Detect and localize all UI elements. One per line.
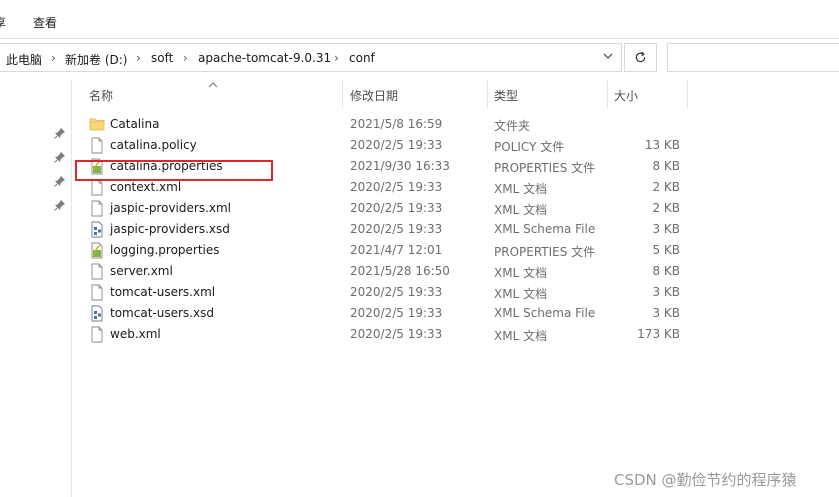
file-name[interactable]: Catalina	[110, 117, 159, 131]
file-modified: 2020/2/5 19:33	[350, 222, 443, 236]
file-type: PROPERTIES 文件	[494, 161, 596, 175]
file-size: 5 KB	[652, 243, 680, 257]
breadcrumb-separator[interactable]: ›	[51, 51, 56, 65]
list-item[interactable]: tomcat-users.xsd 2020/2/5 19:33 XML Sche…	[82, 303, 688, 324]
file-type: XML 文档	[494, 287, 548, 301]
file-size: 2 KB	[652, 201, 680, 215]
column-header-type[interactable]: 类型	[494, 87, 518, 107]
file-icon	[89, 263, 105, 280]
file-name[interactable]: tomcat-users.xml	[110, 285, 215, 299]
file-type: XML 文档	[494, 203, 548, 217]
file-modified: 2021/5/28 16:50	[350, 264, 450, 278]
file-modified: 2021/4/7 12:01	[350, 243, 443, 257]
breadcrumb-tomcat[interactable]: apache-tomcat-9.0.31	[198, 51, 331, 65]
column-header-name[interactable]: 名称	[89, 87, 113, 107]
list-item[interactable]: jaspic-providers.xml 2020/2/5 19:33 XML …	[82, 198, 688, 219]
pin-icon[interactable]	[54, 175, 66, 187]
breadcrumb-separator[interactable]: ›	[334, 51, 339, 65]
file-name[interactable]: jaspic-providers.xml	[110, 201, 231, 215]
refresh-icon	[635, 51, 646, 63]
file-type: XML 文档	[494, 182, 548, 196]
navigation-pane[interactable]	[0, 80, 72, 497]
tab-view[interactable]: 查看	[33, 14, 57, 31]
search-input[interactable]	[667, 43, 839, 72]
file-type: XML Schema File	[494, 306, 596, 320]
column-divider[interactable]	[607, 80, 608, 108]
refresh-button[interactable]	[624, 43, 657, 72]
ribbon: 享 查看	[0, 0, 839, 38]
file-type: PROPERTIES 文件	[494, 245, 596, 259]
file-modified: 2020/2/5 19:33	[350, 327, 443, 341]
list-item[interactable]: jaspic-providers.xsd 2020/2/5 19:33 XML …	[82, 219, 688, 240]
file-name[interactable]: logging.properties	[110, 243, 220, 257]
breadcrumb-soft[interactable]: soft	[151, 51, 173, 65]
properties-file-icon	[89, 242, 105, 259]
file-icon	[89, 179, 105, 196]
file-name[interactable]: server.xml	[110, 264, 173, 278]
column-header-size[interactable]: 大小	[614, 87, 638, 107]
file-modified: 2020/2/5 19:33	[350, 138, 443, 152]
file-modified: 2020/2/5 19:33	[350, 306, 443, 320]
column-divider[interactable]	[487, 80, 488, 108]
list-item[interactable]: catalina.policy 2020/2/5 19:33 POLICY 文件…	[82, 135, 688, 156]
file-type: XML Schema File	[494, 222, 596, 236]
tab-share[interactable]: 享	[0, 14, 6, 31]
file-size: 8 KB	[652, 264, 680, 278]
file-modified: 2020/2/5 19:33	[350, 201, 443, 215]
file-size: 3 KB	[652, 285, 680, 299]
file-size: 3 KB	[652, 306, 680, 320]
address-bar[interactable]: 此电脑 › 新加卷 (D:) › soft › apache-tomcat-9.…	[0, 43, 622, 72]
pin-icon[interactable]	[54, 151, 66, 163]
file-modified: 2021/5/8 16:59	[350, 117, 443, 131]
file-name[interactable]: tomcat-users.xsd	[110, 306, 214, 320]
file-name[interactable]: context.xml	[110, 180, 181, 194]
sort-ascending-icon	[207, 78, 219, 88]
file-type: POLICY 文件	[494, 140, 565, 154]
chevron-down-icon[interactable]	[600, 50, 616, 66]
file-modified: 2021/9/30 16:33	[350, 159, 450, 173]
breadcrumb-separator[interactable]: ›	[136, 51, 141, 65]
file-type: XML 文档	[494, 329, 548, 343]
pin-icon[interactable]	[54, 199, 66, 211]
folder-icon	[89, 116, 105, 133]
list-item[interactable]: server.xml 2021/5/28 16:50 XML 文档 8 KB	[82, 261, 688, 282]
file-type: XML 文档	[494, 266, 548, 280]
file-type: 文件夹	[494, 119, 531, 133]
file-size: 8 KB	[652, 159, 680, 173]
list-item[interactable]: logging.properties 2021/4/7 12:01 PROPER…	[82, 240, 688, 261]
list-item[interactable]: Catalina 2021/5/8 16:59 文件夹	[82, 114, 688, 135]
file-name[interactable]: jaspic-providers.xsd	[110, 222, 230, 236]
file-name[interactable]: web.xml	[110, 327, 161, 341]
list-item[interactable]: web.xml 2020/2/5 19:33 XML 文档 173 KB	[82, 324, 688, 345]
ribbon-divider	[0, 38, 839, 39]
file-icon	[89, 200, 105, 217]
file-name[interactable]: catalina.policy	[110, 138, 197, 152]
file-icon	[89, 284, 105, 301]
column-divider[interactable]	[687, 80, 688, 108]
file-modified: 2020/2/5 19:33	[350, 285, 443, 299]
list-item[interactable]: tomcat-users.xml 2020/2/5 19:33 XML 文档 3…	[82, 282, 688, 303]
breadcrumb-conf[interactable]: conf	[349, 51, 375, 65]
file-icon	[89, 326, 105, 343]
breadcrumb-separator[interactable]: ›	[183, 51, 188, 65]
pin-icon[interactable]	[54, 127, 66, 139]
annotation-highlight-box	[75, 160, 273, 181]
file-icon	[89, 137, 105, 154]
xsd-file-icon	[89, 305, 105, 322]
file-size: 3 KB	[652, 222, 680, 236]
file-size: 2 KB	[652, 180, 680, 194]
file-size: 13 KB	[644, 138, 680, 152]
column-divider[interactable]	[342, 80, 343, 108]
file-size: 173 KB	[637, 327, 680, 341]
watermark: CSDN @勤俭节约的程序猿	[614, 471, 797, 489]
column-header-modified[interactable]: 修改日期	[350, 87, 398, 107]
breadcrumb-this-pc[interactable]: 此电脑	[6, 51, 42, 68]
file-modified: 2020/2/5 19:33	[350, 180, 443, 194]
breadcrumb-drive-d[interactable]: 新加卷 (D:)	[65, 51, 127, 68]
xsd-file-icon	[89, 221, 105, 238]
